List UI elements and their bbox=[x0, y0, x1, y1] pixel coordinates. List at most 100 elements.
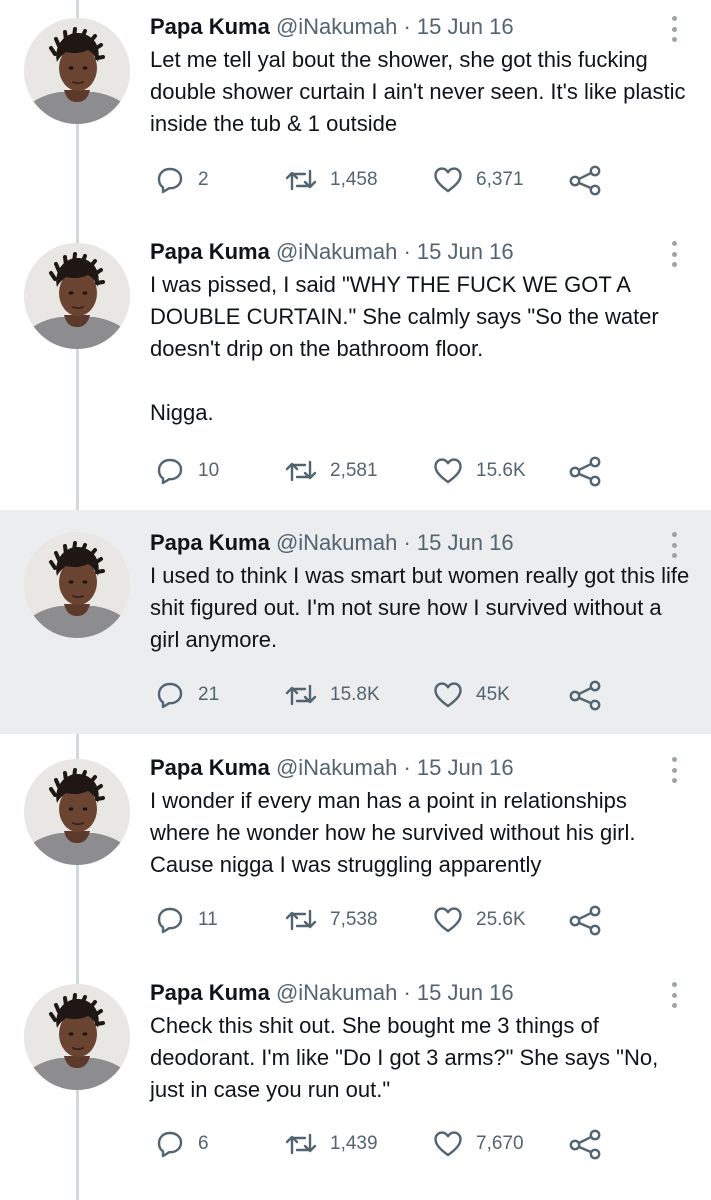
more-icon[interactable] bbox=[667, 532, 681, 558]
avatar[interactable] bbox=[24, 532, 130, 638]
share-icon bbox=[568, 455, 602, 487]
reply-button[interactable]: 2 bbox=[154, 163, 209, 197]
tweet-text: I used to think I was smart but women re… bbox=[150, 563, 690, 652]
retweet-icon bbox=[284, 904, 318, 936]
reply-icon bbox=[154, 679, 186, 711]
author-handle[interactable]: @iNakumah bbox=[276, 980, 397, 1005]
heart-icon bbox=[432, 904, 464, 936]
tweet-actions: 2 1,458 6,371 bbox=[154, 163, 624, 197]
author-handle[interactable]: @iNakumah bbox=[276, 530, 397, 555]
tweet-actions: 11 7,538 25.6K bbox=[154, 903, 624, 937]
reply-button[interactable]: 11 bbox=[154, 903, 218, 937]
reply-icon bbox=[154, 1128, 186, 1160]
retweet-button[interactable]: 2,581 bbox=[284, 454, 378, 488]
tweet[interactable]: Papa Kuma @iNakumah · 15 Jun 16 I wonder… bbox=[0, 753, 711, 968]
like-button[interactable]: 15.6K bbox=[432, 454, 526, 488]
share-button[interactable] bbox=[568, 678, 602, 712]
tweet-date[interactable]: 15 Jun 16 bbox=[417, 530, 514, 555]
tweet[interactable]: Papa Kuma @iNakumah · 15 Jun 16 Check th… bbox=[0, 978, 711, 1200]
like-button[interactable]: 45K bbox=[432, 678, 510, 712]
like-count: 6,371 bbox=[476, 169, 524, 190]
reply-icon bbox=[154, 164, 186, 196]
avatar[interactable] bbox=[24, 18, 130, 124]
tweet-header: Papa Kuma @iNakumah · 15 Jun 16 bbox=[150, 528, 663, 558]
separator: · bbox=[403, 14, 411, 39]
retweet-icon bbox=[284, 1128, 318, 1160]
tweet-header: Papa Kuma @iNakumah · 15 Jun 16 bbox=[150, 753, 663, 783]
tweet-actions: 10 2,581 15.6K bbox=[154, 454, 624, 488]
tweet-date[interactable]: 15 Jun 16 bbox=[417, 755, 514, 780]
author-handle[interactable]: @iNakumah bbox=[276, 755, 397, 780]
author-name[interactable]: Papa Kuma bbox=[150, 239, 270, 264]
retweet-icon bbox=[284, 455, 318, 487]
author-name[interactable]: Papa Kuma bbox=[150, 14, 270, 39]
retweet-count: 15.8K bbox=[330, 684, 380, 705]
reply-button[interactable]: 10 bbox=[154, 454, 219, 488]
retweet-button[interactable]: 15.8K bbox=[284, 678, 380, 712]
retweet-count: 7,538 bbox=[330, 909, 378, 930]
tweet-text: I wonder if every man has a point in rel… bbox=[150, 788, 636, 877]
like-button[interactable]: 6,371 bbox=[432, 163, 524, 197]
share-icon bbox=[568, 164, 602, 196]
tweet-date[interactable]: 15 Jun 16 bbox=[417, 14, 514, 39]
more-icon[interactable] bbox=[667, 241, 681, 267]
avatar[interactable] bbox=[24, 243, 130, 349]
reply-count: 21 bbox=[198, 684, 220, 705]
author-name[interactable]: Papa Kuma bbox=[150, 980, 270, 1005]
tweet-header: Papa Kuma @iNakumah · 15 Jun 16 bbox=[150, 12, 663, 42]
tweet[interactable]: Papa Kuma @iNakumah · 15 Jun 16 I used t… bbox=[0, 510, 711, 734]
heart-icon bbox=[432, 455, 464, 487]
tweet-actions: 6 1,439 7,670 bbox=[154, 1127, 624, 1161]
retweet-count: 2,581 bbox=[330, 460, 378, 481]
share-button[interactable] bbox=[568, 163, 602, 197]
retweet-count: 1,458 bbox=[330, 169, 378, 190]
retweet-count: 1,439 bbox=[330, 1133, 378, 1154]
share-icon bbox=[568, 679, 602, 711]
share-button[interactable] bbox=[568, 903, 602, 937]
reply-count: 11 bbox=[198, 909, 218, 930]
separator: · bbox=[403, 755, 411, 780]
reply-count: 6 bbox=[198, 1133, 209, 1154]
tweet-actions: 21 15.8K 45K bbox=[154, 678, 624, 712]
more-icon[interactable] bbox=[667, 757, 681, 783]
tweet-text: I was pissed, I said "WHY THE FUCK WE GO… bbox=[150, 272, 659, 425]
like-button[interactable]: 7,670 bbox=[432, 1127, 524, 1161]
share-icon bbox=[568, 1128, 602, 1160]
tweet-date[interactable]: 15 Jun 16 bbox=[417, 980, 514, 1005]
like-count: 7,670 bbox=[476, 1133, 524, 1154]
reply-button[interactable]: 6 bbox=[154, 1127, 209, 1161]
tweet[interactable]: Papa Kuma @iNakumah · 15 Jun 16 Let me t… bbox=[0, 12, 711, 222]
author-handle[interactable]: @iNakumah bbox=[276, 14, 397, 39]
reply-count: 2 bbox=[198, 169, 209, 190]
avatar[interactable] bbox=[24, 759, 130, 865]
like-button[interactable]: 25.6K bbox=[432, 903, 526, 937]
share-button[interactable] bbox=[568, 1127, 602, 1161]
share-icon bbox=[568, 904, 602, 936]
share-button[interactable] bbox=[568, 454, 602, 488]
heart-icon bbox=[432, 1128, 464, 1160]
like-count: 45K bbox=[476, 684, 510, 705]
separator: · bbox=[403, 239, 411, 264]
reply-count: 10 bbox=[198, 460, 220, 481]
retweet-button[interactable]: 1,439 bbox=[284, 1127, 378, 1161]
tweet-header: Papa Kuma @iNakumah · 15 Jun 16 bbox=[150, 978, 663, 1008]
reply-button[interactable]: 21 bbox=[154, 678, 219, 712]
retweet-button[interactable]: 7,538 bbox=[284, 903, 378, 937]
tweet[interactable]: Papa Kuma @iNakumah · 15 Jun 16 I was pi… bbox=[0, 237, 711, 505]
tweet-text: Check this shit out. She bought me 3 thi… bbox=[150, 1013, 659, 1102]
more-icon[interactable] bbox=[667, 982, 681, 1008]
separator: · bbox=[403, 530, 411, 555]
reply-icon bbox=[154, 455, 186, 487]
author-name[interactable]: Papa Kuma bbox=[150, 530, 270, 555]
like-count: 25.6K bbox=[476, 909, 526, 930]
tweet-date[interactable]: 15 Jun 16 bbox=[417, 239, 514, 264]
author-handle[interactable]: @iNakumah bbox=[276, 239, 397, 264]
avatar[interactable] bbox=[24, 984, 130, 1090]
like-count: 15.6K bbox=[476, 460, 526, 481]
more-icon[interactable] bbox=[667, 16, 681, 42]
heart-icon bbox=[432, 679, 464, 711]
author-name[interactable]: Papa Kuma bbox=[150, 755, 270, 780]
reply-icon bbox=[154, 904, 186, 936]
retweet-button[interactable]: 1,458 bbox=[284, 163, 378, 197]
retweet-icon bbox=[284, 164, 318, 196]
